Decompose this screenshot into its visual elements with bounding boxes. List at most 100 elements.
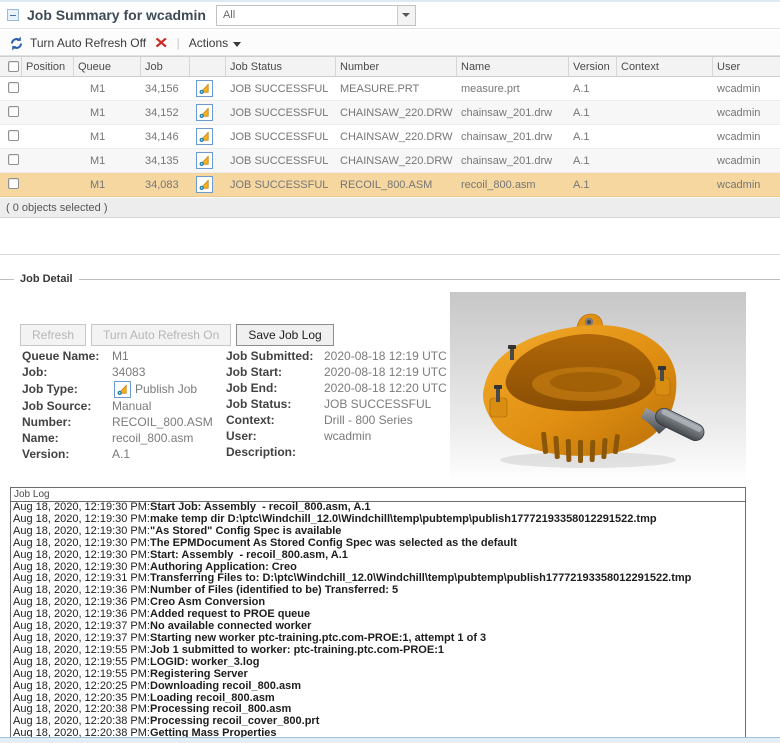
log-timestamp: Aug 18, 2020, 12:19:55 PM: [13, 668, 150, 680]
column-header-queue[interactable]: Queue [74, 57, 141, 76]
log-line: Aug 18, 2020, 12:20:35 PM:Loading recoil… [11, 693, 745, 705]
field-row-job-end: Job End: 2020-08-18 12:20 UTC [226, 380, 454, 396]
log-timestamp: Aug 18, 2020, 12:19:36 PM: [13, 609, 150, 621]
field-label: Job Type: [22, 382, 78, 396]
horizontal-scrollbar[interactable] [0, 737, 780, 743]
field-row-job-start: Job Start: 2020-08-18 12:19 UTC [226, 364, 454, 380]
auto-refresh-toggle[interactable]: Turn Auto Refresh Off [30, 36, 146, 50]
row-checkbox[interactable] [8, 129, 19, 141]
collapse-section-icon[interactable] [7, 9, 19, 21]
field-row-job-submitted: Job Submitted: 2020-08-18 12:19 UTC [226, 348, 454, 364]
publish-job-icon[interactable] [196, 127, 213, 145]
log-message: The EPMDocument As Stored Config Spec wa… [150, 537, 517, 549]
cell-name: measure.prt [461, 82, 520, 95]
table-row[interactable]: M1 34,146 JOB SUCCESSFUL CHAINSAW_220.DR… [0, 125, 780, 149]
log-timestamp: Aug 18, 2020, 12:19:36 PM: [13, 597, 150, 609]
actions-menu[interactable]: Actions [189, 36, 242, 50]
log-timestamp: Aug 18, 2020, 12:19:37 PM: [13, 621, 150, 633]
log-message: Processing recoil_cover_800.prt [150, 716, 320, 728]
table-header-row: Position Queue Job Job Status Number Nam… [0, 56, 780, 77]
row-checkbox[interactable] [8, 81, 19, 93]
field-value: Manual [112, 399, 152, 413]
cell-job: 34,156 [145, 82, 179, 95]
field-value: RECOIL_800.ASM [112, 415, 213, 429]
cell-job: 34,135 [145, 154, 179, 167]
log-line: Aug 18, 2020, 12:19:30 PM:make temp dir … [11, 514, 745, 526]
field-value: 2020-08-18 12:19 UTC [324, 349, 447, 363]
field-label: Job Start: [226, 365, 283, 379]
publish-job-icon[interactable] [196, 175, 213, 193]
cell-user: wcadmin [717, 82, 761, 95]
publish-job-icon[interactable] [196, 151, 213, 169]
row-checkbox[interactable] [8, 105, 19, 117]
field-label: Context: [226, 413, 275, 427]
column-header-version[interactable]: Version [569, 57, 617, 76]
refresh-button[interactable]: Refresh [20, 324, 87, 346]
table-row[interactable]: M1 34,156 JOB SUCCESSFUL MEASURE.PRT mea… [0, 77, 780, 101]
column-header-number[interactable]: Number [336, 57, 457, 76]
row-checkbox[interactable] [8, 177, 19, 189]
cell-name: chainsaw_201.drw [461, 106, 553, 119]
cell-version: A.1 [573, 178, 590, 191]
field-value: M1 [112, 349, 129, 363]
log-line: Aug 18, 2020, 12:19:30 PM:Start: Assembl… [11, 550, 745, 562]
cell-job-status: JOB SUCCESSFUL [230, 82, 329, 95]
log-message: Downloading recoil_800.asm [150, 680, 301, 692]
log-line: Aug 18, 2020, 12:19:30 PM:"As Stored" Co… [11, 526, 745, 538]
detail-buttons: Refresh Turn Auto Refresh On Save Job Lo… [20, 324, 334, 346]
column-header-job-status[interactable]: Job Status [226, 57, 336, 76]
column-header-type[interactable] [190, 57, 226, 76]
cell-user: wcadmin [717, 178, 761, 191]
column-header-position[interactable]: Position [22, 57, 74, 76]
cell-user: wcadmin [717, 130, 761, 143]
log-timestamp: Aug 18, 2020, 12:19:30 PM: [13, 502, 150, 513]
row-checkbox[interactable] [8, 153, 19, 165]
column-header-job[interactable]: Job [141, 57, 190, 76]
log-timestamp: Aug 18, 2020, 12:20:38 PM: [13, 716, 150, 728]
log-timestamp: Aug 18, 2020, 12:19:31 PM: [13, 573, 150, 585]
publish-job-icon[interactable] [196, 79, 213, 97]
column-header-user[interactable]: User [713, 57, 780, 76]
red-x-icon[interactable]: ✕ [154, 36, 168, 51]
field-label: User: [226, 429, 257, 443]
field-label: Job Submitted: [226, 349, 314, 363]
cell-number: CHAINSAW_220.DRW [340, 130, 453, 143]
table-row[interactable]: M1 34,135 JOB SUCCESSFUL CHAINSAW_220.DR… [0, 149, 780, 173]
cell-job: 34,083 [145, 178, 179, 191]
cell-number: CHAINSAW_220.DRW [340, 154, 453, 167]
column-header-name[interactable]: Name [457, 57, 569, 76]
cell-version: A.1 [573, 106, 590, 119]
page-header: Job Summary for wcadmin All [0, 0, 780, 29]
turn-auto-refresh-on-button[interactable]: Turn Auto Refresh On [91, 324, 232, 346]
table-row-selected[interactable]: M1 34,083 JOB SUCCESSFUL RECOIL_800.ASM … [0, 173, 780, 197]
field-value: 2020-08-18 12:19 UTC [324, 365, 447, 379]
refresh-icon[interactable] [9, 36, 24, 51]
cell-queue: M1 [90, 130, 106, 143]
field-label: Description: [226, 445, 297, 459]
log-message: Creo Asm Conversion [150, 597, 266, 609]
queue-filter-value: All [222, 9, 236, 21]
log-line: Aug 18, 2020, 12:19:55 PM:Job 1 submitte… [11, 645, 745, 657]
detail-fields-left: Queue Name: M1 Job: 34083 Job Type: Publ… [22, 348, 222, 462]
log-timestamp: Aug 18, 2020, 12:19:55 PM: [13, 644, 150, 656]
select-all-checkbox[interactable] [8, 61, 19, 72]
log-line: Aug 18, 2020, 12:19:36 PM:Added request … [11, 609, 745, 621]
cell-version: A.1 [573, 130, 590, 143]
log-timestamp: Aug 18, 2020, 12:20:35 PM: [13, 692, 150, 704]
job-detail-title: Job Detail [20, 273, 73, 285]
chevron-down-icon[interactable] [396, 5, 415, 25]
table-row[interactable]: M1 34,152 JOB SUCCESSFUL CHAINSAW_220.DR… [0, 101, 780, 125]
cell-job: 34,146 [145, 130, 179, 143]
save-job-log-button[interactable]: Save Job Log [236, 324, 334, 346]
log-line: Aug 18, 2020, 12:19:31 PM:Transferring F… [11, 573, 745, 585]
field-row-name: Name: recoil_800.asm [22, 430, 222, 446]
publish-job-icon[interactable] [196, 103, 213, 121]
cell-queue: M1 [90, 178, 106, 191]
queue-filter-select[interactable]: All [215, 4, 416, 26]
log-message: make temp dir D:\ptc\Windchill_12.0\Wind… [150, 513, 657, 525]
column-header-context[interactable]: Context [617, 57, 713, 76]
cell-queue: M1 [90, 154, 106, 167]
cell-number: CHAINSAW_220.DRW [340, 106, 453, 119]
log-timestamp: Aug 18, 2020, 12:19:30 PM: [13, 549, 150, 561]
selection-status-bar: ( 0 objects selected ) [0, 198, 780, 218]
